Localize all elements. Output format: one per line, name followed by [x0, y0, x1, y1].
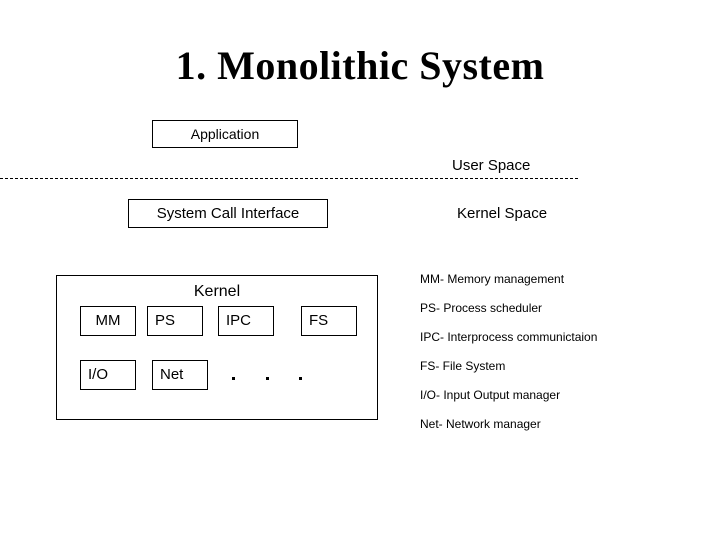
- kernel-module-ipc: IPC: [218, 306, 274, 336]
- kernel-module-net-label: Net: [160, 366, 184, 383]
- legend: MM- Memory management PS- Process schedu…: [420, 272, 670, 446]
- kernel-space-label: Kernel Space: [457, 205, 548, 222]
- application-box: Application: [152, 120, 298, 148]
- legend-item: I/O- Input Output manager: [420, 388, 561, 402]
- legend-item: PS- Process scheduler: [420, 301, 543, 315]
- ellipsis-dot: [232, 376, 235, 380]
- page-title: 1. Monolithic System: [175, 43, 545, 88]
- kernel-module-io: I/O: [80, 360, 136, 390]
- kernel-module-io-label: I/O: [88, 366, 109, 383]
- legend-item: IPC- Interprocess communictaion: [420, 330, 598, 344]
- kernel-module-mm: MM: [80, 306, 136, 336]
- legend-item: MM- Memory management: [420, 272, 565, 286]
- legend-item: FS- File System: [420, 359, 506, 373]
- kernel-module-ps-label: PS: [155, 312, 176, 329]
- kernel-module-net: Net: [152, 360, 208, 390]
- kernel-modules-ellipsis: [232, 368, 302, 388]
- ellipsis-dot: [265, 376, 269, 380]
- kernel-title-label: Kernel: [193, 283, 241, 300]
- kernel-module-ps: PS: [147, 306, 203, 336]
- application-box-label: Application: [190, 126, 260, 142]
- kernel-module-ipc-label: IPC: [226, 312, 252, 329]
- kernel-module-mm-label: MM: [95, 312, 121, 329]
- user-kernel-divider-line: [0, 178, 578, 179]
- system-call-interface-box-label: System Call Interface: [156, 204, 300, 222]
- kernel-module-fs: FS: [301, 306, 357, 336]
- slide-canvas: 1. Monolithic System Application User Sp…: [0, 0, 720, 540]
- ellipsis-dot: [299, 376, 302, 380]
- system-call-interface-box: System Call Interface: [128, 199, 328, 228]
- user-space-label: User Space: [452, 157, 531, 174]
- kernel-module-fs-label: FS: [309, 312, 329, 329]
- legend-item: Net- Network manager: [420, 417, 541, 431]
